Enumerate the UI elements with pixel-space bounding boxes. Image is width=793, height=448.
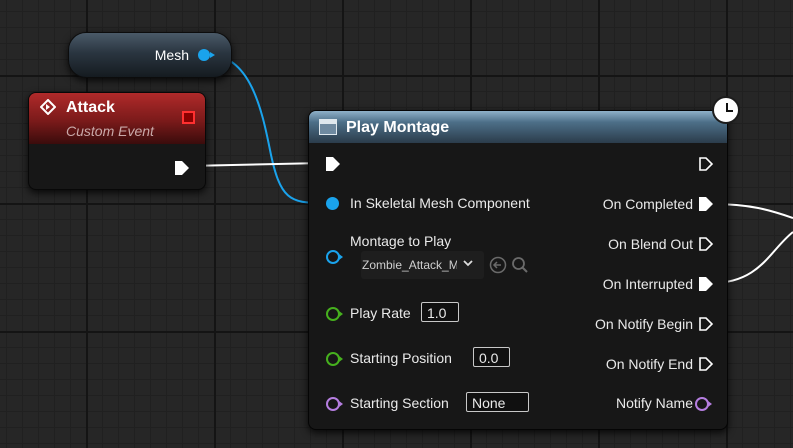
on-notify-begin-pin[interactable] xyxy=(698,316,714,337)
on-interrupted-pin[interactable] xyxy=(698,276,714,297)
on-blend-out-pin[interactable] xyxy=(698,236,714,257)
mesh-variable-node[interactable]: Mesh xyxy=(68,32,232,78)
skeletal-mesh-label: In Skeletal Mesh Component xyxy=(350,195,530,211)
exec-wire-attack xyxy=(187,162,324,167)
montage-input-pin[interactable] xyxy=(326,250,343,264)
skeletal-mesh-input-pin[interactable] xyxy=(326,197,339,210)
attack-subtitle: Custom Event xyxy=(66,123,154,139)
on-interrupted-label: On Interrupted xyxy=(602,276,693,292)
play-montage-node[interactable]: Play Montage In Skeletal Mesh Component … xyxy=(308,110,728,430)
starting-position-field[interactable]: 0.0 xyxy=(473,347,510,367)
attack-node-header: Attack Custom Event xyxy=(29,93,205,144)
attack-exec-output-pin[interactable] xyxy=(174,160,190,181)
browse-arrow-icon[interactable] xyxy=(489,256,507,278)
play-rate-input-pin[interactable] xyxy=(326,307,343,321)
mesh-output-pin[interactable] xyxy=(198,49,215,61)
on-completed-label: On Completed xyxy=(602,196,693,212)
starting-position-label: Starting Position xyxy=(350,350,452,366)
on-completed-pin[interactable] xyxy=(698,196,714,217)
mesh-label: Mesh xyxy=(154,47,189,63)
notify-name-label: Notify Name xyxy=(615,395,693,411)
function-icon xyxy=(319,119,337,135)
montage-dropdown[interactable]: Zombie_Attack_Montage xyxy=(361,251,484,279)
starting-section-input-pin[interactable] xyxy=(326,397,343,411)
exec-input-pin[interactable] xyxy=(325,156,341,177)
starting-section-field[interactable]: None xyxy=(466,392,529,412)
montage-to-play-label: Montage to Play xyxy=(350,233,452,249)
on-blend-out-label: On Blend Out xyxy=(608,236,693,252)
delegate-pin[interactable] xyxy=(182,111,195,124)
clock-icon xyxy=(712,96,740,124)
mesh-wire xyxy=(208,54,324,204)
search-icon[interactable] xyxy=(511,256,529,278)
chevron-down-icon xyxy=(462,257,474,272)
starting-section-label: Starting Section xyxy=(350,395,449,411)
on-notify-begin-label: On Notify Begin xyxy=(594,316,693,332)
on-notify-end-label: On Notify End xyxy=(605,356,693,372)
attack-event-node[interactable]: Attack Custom Event xyxy=(28,92,206,190)
play-montage-title: Play Montage xyxy=(346,119,450,136)
attack-title: Attack xyxy=(66,99,115,116)
starting-position-input-pin[interactable] xyxy=(326,352,343,366)
montage-dropdown-value: Zombie_Attack_Montage xyxy=(362,258,457,272)
exec-output-pin[interactable] xyxy=(698,156,714,177)
play-rate-field[interactable]: 1.0 xyxy=(421,302,459,322)
notify-name-pin[interactable] xyxy=(695,397,712,411)
play-montage-header: Play Montage xyxy=(309,111,727,143)
on-notify-end-pin[interactable] xyxy=(698,356,714,377)
event-icon xyxy=(39,98,57,116)
play-rate-label: Play Rate xyxy=(350,305,411,321)
